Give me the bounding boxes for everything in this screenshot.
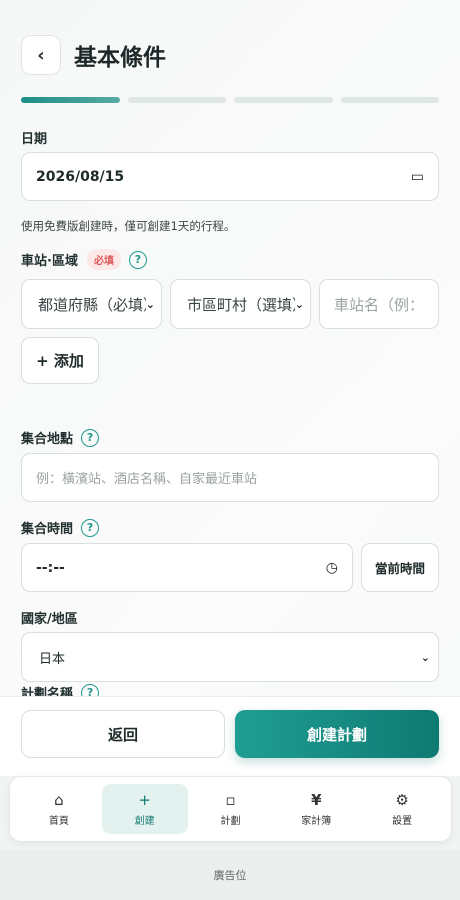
bottom-tabbar: ⌂ 首頁 + 創建 ▫ 計劃 ¥ 家計簿 ⚙ 設置 <box>9 776 452 842</box>
progress-step-1 <box>21 97 120 103</box>
date-value: 2026/08/15 <box>36 168 125 185</box>
meeting-place-label: 集合地點 ? <box>21 428 100 447</box>
tab-plans[interactable]: ▫ 計劃 <box>188 784 274 834</box>
footer-actions: 返回 創建計劃 <box>0 696 460 776</box>
back-button[interactable]: ‹ <box>21 35 61 75</box>
help-icon[interactable]: ? <box>81 518 100 537</box>
chevron-down-icon: ⌄ <box>294 297 304 311</box>
yen-icon: ¥ <box>311 791 322 809</box>
gear-icon: ⚙ <box>395 791 409 809</box>
date-label: 日期 <box>21 132 48 147</box>
station-name-input[interactable]: 車站名（例： <box>319 279 439 329</box>
chevron-down-icon: ⌄ <box>145 297 155 311</box>
required-badge: 必填 <box>86 249 121 270</box>
tabbar-area: ⌂ 首頁 + 創建 ▫ 計劃 ¥ 家計簿 ⚙ 設置 <box>0 776 460 850</box>
step-progress <box>21 97 439 103</box>
page-title: 基本條件 <box>74 45 166 71</box>
home-icon: ⌂ <box>54 791 64 809</box>
prefecture-select[interactable]: 都道府縣（必填） ⌄ <box>21 279 162 329</box>
tab-home[interactable]: ⌂ 首頁 <box>16 784 102 834</box>
calendar-icon[interactable]: ▭ <box>411 169 424 185</box>
tab-budget[interactable]: ¥ 家計簿 <box>273 784 359 834</box>
meeting-time-input[interactable]: --:-- ◷ <box>21 543 353 592</box>
city-select[interactable]: 市區町村（選填） ⌄ <box>170 279 311 329</box>
chevron-down-icon: ⌄ <box>420 650 430 664</box>
progress-step-4 <box>340 97 439 103</box>
date-input[interactable]: 2026/08/15 ▭ <box>21 152 439 201</box>
add-station-button[interactable]: + 添加 <box>21 337 99 384</box>
plus-icon: + <box>138 791 151 809</box>
meeting-time-label: 集合時間 ? <box>21 518 100 537</box>
back-action-button[interactable]: 返回 <box>21 710 225 758</box>
country-label: 國家/地區 <box>21 612 78 627</box>
clock-icon[interactable]: ◷ <box>326 560 338 576</box>
chevron-left-icon: ‹ <box>37 44 45 66</box>
tab-settings[interactable]: ⚙ 設置 <box>359 784 445 834</box>
current-time-button[interactable]: 當前時間 <box>361 543 439 592</box>
free-plan-note: 使用免費版創建時，僅可創建1天的行程。 <box>21 219 236 233</box>
ad-banner: 廣告位 <box>0 850 460 900</box>
progress-step-3 <box>234 97 333 103</box>
create-plan-button[interactable]: 創建計劃 <box>235 710 439 758</box>
help-icon[interactable]: ? <box>81 428 100 447</box>
country-select[interactable]: 日本 ⌄ <box>21 632 439 682</box>
meeting-place-input[interactable]: 例：橫濱站、酒店名稱、自家最近車站 <box>21 453 439 502</box>
progress-step-2 <box>127 97 226 103</box>
plan-icon: ▫ <box>225 791 236 809</box>
station-label: 車站·區域 必填 ? <box>21 249 147 270</box>
header: ‹ 基本條件 <box>21 35 166 75</box>
tab-create[interactable]: + 創建 <box>101 784 188 834</box>
help-icon[interactable]: ? <box>128 250 147 269</box>
